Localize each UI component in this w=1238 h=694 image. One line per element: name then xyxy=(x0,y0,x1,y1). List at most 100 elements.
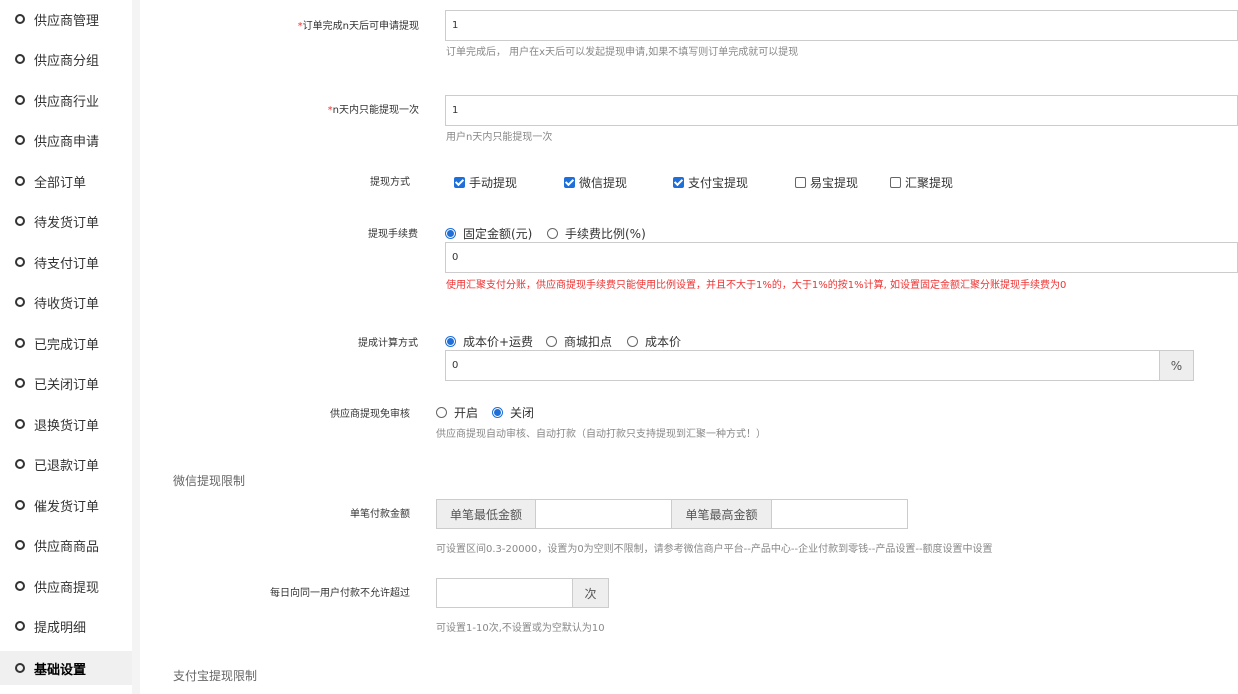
radio-selected-icon xyxy=(492,407,503,418)
sidebar-item-closed[interactable]: 已关闭订单 xyxy=(0,366,132,400)
method-alipay-checkbox[interactable]: 支付宝提现 xyxy=(673,174,748,191)
sidebar-item-supplier-withdraw[interactable]: 供应商提现 xyxy=(0,569,132,603)
calc-cost-radio[interactable]: 成本价 xyxy=(627,333,681,350)
circle-icon xyxy=(15,338,25,348)
sidebar-item-label: 退换货订单 xyxy=(34,418,100,434)
min-amount-input[interactable] xyxy=(535,499,672,529)
sidebar-item-label: 供应商商品 xyxy=(34,539,100,555)
sidebar-item-label: 供应商行业 xyxy=(34,94,100,110)
percent-suffix: % xyxy=(1159,350,1194,381)
circle-icon xyxy=(15,176,25,186)
audit-help: 供应商提现自动审核、自动打款（自动打款只支持提现到汇聚一种方式！） xyxy=(436,429,766,440)
method-joinpay-checkbox[interactable]: 汇聚提现 xyxy=(890,174,953,191)
sidebar-item-label: 待支付订单 xyxy=(34,256,100,272)
circle-icon xyxy=(15,14,25,24)
radio-selected-icon xyxy=(445,336,456,347)
commission-calc-label: 提成计算方式 xyxy=(358,338,418,349)
circle-icon xyxy=(15,459,25,469)
circle-icon xyxy=(15,297,25,307)
sidebar: 供应商管理 供应商分组 供应商行业 供应商申请 全部订单 待发货订单 待支付订单… xyxy=(0,0,132,694)
circle-icon xyxy=(15,216,25,226)
method-wechat-checkbox[interactable]: 微信提现 xyxy=(564,174,627,191)
max-amount-input[interactable] xyxy=(771,499,908,529)
settings-form: *订单完成n天后可申请提现 1 订单完成后， 用户在x天后可以发起提现申请,如果… xyxy=(140,0,1238,694)
withdraw-method-label: 提现方式 xyxy=(370,177,410,188)
radio-icon xyxy=(627,336,638,347)
method-manual-checkbox[interactable]: 手动提现 xyxy=(454,174,517,191)
sidebar-item-to-receive[interactable]: 待收货订单 xyxy=(0,285,132,319)
sidebar-item-commission-detail[interactable]: 提成明细 xyxy=(0,609,132,643)
sidebar-item-all-orders[interactable]: 全部订单 xyxy=(0,164,132,198)
audit-off-radio[interactable]: 关闭 xyxy=(492,404,534,421)
radio-icon xyxy=(547,228,558,239)
sidebar-item-label: 已完成订单 xyxy=(34,337,100,353)
sidebar-item-basic-settings[interactable]: 基础设置 xyxy=(0,651,132,685)
sidebar-item-label: 已关闭订单 xyxy=(34,377,100,393)
fee-warning: 使用汇聚支付分账，供应商提现手续费只能使用比例设置，并且不大于1%的，大于1%的… xyxy=(446,280,1067,291)
circle-icon xyxy=(15,621,25,631)
sidebar-item-label: 提成明细 xyxy=(34,620,87,636)
circle-icon xyxy=(15,95,25,105)
single-amount-help: 可设置区间0.3-20000，设置为0为空则不限制，请参考微信商户平台--产品中… xyxy=(436,544,993,555)
calc-input[interactable]: 0 xyxy=(445,350,1160,381)
apply-days-input[interactable]: 1 xyxy=(445,10,1238,41)
sidebar-item-completed[interactable]: 已完成订单 xyxy=(0,326,132,360)
circle-icon xyxy=(15,378,25,388)
fee-input[interactable]: 0 xyxy=(445,242,1238,273)
apply-days-label: *订单完成n天后可申请提现 xyxy=(297,21,419,32)
sidebar-item-supplier-apply[interactable]: 供应商申请 xyxy=(0,123,132,157)
calc-mall-deduct-radio[interactable]: 商城扣点 xyxy=(546,333,612,350)
fee-label: 提现手续费 xyxy=(368,229,418,240)
circle-icon xyxy=(15,581,25,591)
sidebar-item-label: 供应商分组 xyxy=(34,53,100,69)
sidebar-item-label: 供应商管理 xyxy=(34,13,100,29)
checkbox-icon xyxy=(795,177,806,188)
apply-days-help: 订单完成后， 用户在x天后可以发起提现申请,如果不填写则订单完成就可以提现 xyxy=(446,47,799,58)
fee-fixed-radio[interactable]: 固定金额(元) xyxy=(445,225,532,242)
daily-limit-label: 每日向同一用户付款不允许超过 xyxy=(270,588,410,599)
once-days-label: *n天内只能提现一次 xyxy=(327,105,419,116)
sidebar-item-refunded[interactable]: 已退款订单 xyxy=(0,447,132,481)
min-amount-addon: 单笔最低金额 xyxy=(436,499,536,529)
radio-selected-icon xyxy=(445,228,456,239)
max-amount-addon: 单笔最高金额 xyxy=(671,499,772,529)
daily-limit-input[interactable] xyxy=(436,578,573,608)
sidebar-item-label: 全部订单 xyxy=(34,175,87,191)
times-suffix: 次 xyxy=(572,578,609,608)
sidebar-item-label: 供应商申请 xyxy=(34,134,100,150)
wechat-limit-section-title: 微信提现限制 xyxy=(173,474,246,488)
single-amount-label: 单笔付款金额 xyxy=(350,509,410,520)
sidebar-item-supplier-manage[interactable]: 供应商管理 xyxy=(0,2,132,36)
fee-ratio-radio[interactable]: 手续费比例(%) xyxy=(547,225,646,242)
sidebar-item-label: 待发货订单 xyxy=(34,215,100,231)
calc-cost-shipping-radio[interactable]: 成本价+运费 xyxy=(445,333,533,350)
circle-icon xyxy=(15,540,25,550)
checkbox-checked-icon xyxy=(454,177,465,188)
sidebar-item-urge-ship[interactable]: 催发货订单 xyxy=(0,488,132,522)
sidebar-item-label: 供应商提现 xyxy=(34,580,100,596)
sidebar-item-label: 基础设置 xyxy=(34,662,87,678)
sidebar-item-supplier-goods[interactable]: 供应商商品 xyxy=(0,528,132,562)
circle-icon xyxy=(15,663,25,673)
checkbox-checked-icon xyxy=(564,177,575,188)
circle-icon xyxy=(15,54,25,64)
once-days-input[interactable]: 1 xyxy=(445,95,1238,126)
alipay-limit-section-title: 支付宝提现限制 xyxy=(173,669,258,683)
sidebar-item-returns[interactable]: 退换货订单 xyxy=(0,407,132,441)
sidebar-item-supplier-industry[interactable]: 供应商行业 xyxy=(0,83,132,117)
circle-icon xyxy=(15,257,25,267)
checkbox-icon xyxy=(890,177,901,188)
sidebar-item-to-pay[interactable]: 待支付订单 xyxy=(0,245,132,279)
radio-icon xyxy=(546,336,557,347)
audit-label: 供应商提现免审核 xyxy=(330,409,410,420)
method-yeepay-checkbox[interactable]: 易宝提现 xyxy=(795,174,858,191)
once-days-help: 用户n天内只能提现一次 xyxy=(446,132,553,143)
circle-icon xyxy=(15,419,25,429)
sidebar-item-to-ship[interactable]: 待发货订单 xyxy=(0,204,132,238)
sidebar-item-label: 已退款订单 xyxy=(34,458,100,474)
circle-icon xyxy=(15,135,25,145)
radio-icon xyxy=(436,407,447,418)
sidebar-item-supplier-group[interactable]: 供应商分组 xyxy=(0,42,132,76)
audit-on-radio[interactable]: 开启 xyxy=(436,404,478,421)
checkbox-checked-icon xyxy=(673,177,684,188)
